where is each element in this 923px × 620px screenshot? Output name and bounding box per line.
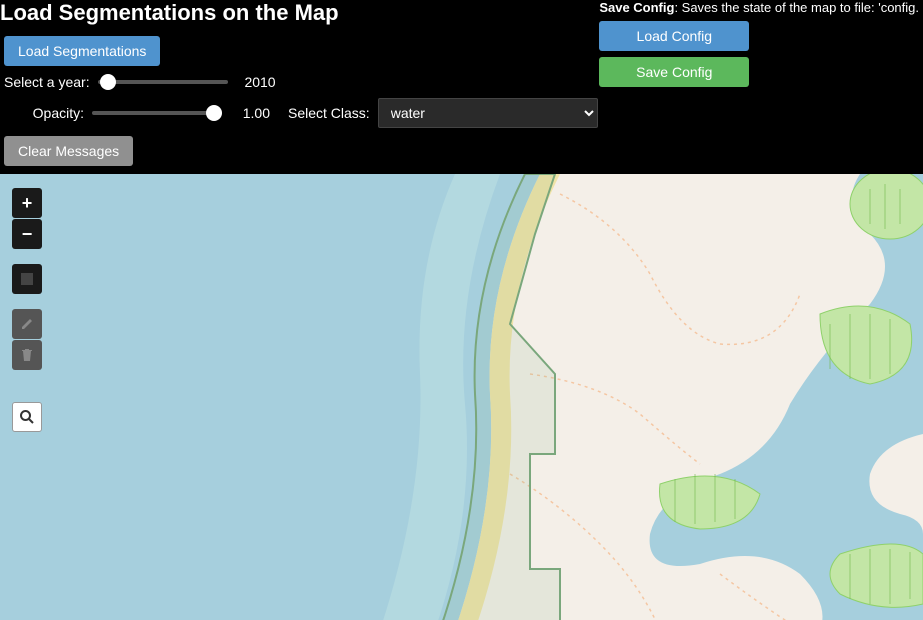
layers-button[interactable]	[12, 264, 42, 294]
load-segmentations-button[interactable]: Load Segmentations	[4, 36, 160, 66]
zoom-out-button[interactable]: −	[12, 219, 42, 249]
map-control-stack: + −	[12, 188, 42, 385]
delete-button[interactable]	[12, 340, 42, 370]
map[interactable]: + −	[0, 174, 923, 620]
config-panel: Save Config: Saves the state of the map …	[599, 0, 919, 93]
clear-messages-button[interactable]: Clear Messages	[4, 136, 133, 166]
zoom-in-button[interactable]: +	[12, 188, 42, 218]
load-config-button[interactable]: Load Config	[599, 21, 749, 51]
layers-icon	[20, 272, 34, 286]
class-select[interactable]: water	[378, 98, 598, 128]
map-tiles	[0, 174, 923, 620]
save-config-description: Save Config: Saves the state of the map …	[599, 0, 919, 15]
edit-icon	[20, 317, 34, 331]
year-slider[interactable]	[98, 80, 228, 84]
year-control: Select a year: 2010	[4, 74, 276, 90]
page-title: Load Segmentations on the Map	[0, 0, 598, 26]
header-panel: Load Segmentations on the Map Load Segme…	[0, 0, 923, 174]
search-icon	[19, 409, 35, 425]
year-value: 2010	[236, 74, 276, 90]
year-label: Select a year:	[4, 74, 90, 90]
opacity-control: Opacity: 1.00	[4, 105, 270, 121]
trash-icon	[20, 348, 34, 362]
class-control: Select Class: water	[288, 98, 598, 128]
map-search-button[interactable]	[12, 402, 42, 432]
class-label: Select Class:	[288, 105, 370, 121]
save-config-button[interactable]: Save Config	[599, 57, 749, 87]
edit-button[interactable]	[12, 309, 42, 339]
opacity-value: 1.00	[230, 105, 270, 121]
opacity-slider[interactable]	[92, 111, 222, 115]
opacity-label: Opacity:	[4, 105, 84, 121]
